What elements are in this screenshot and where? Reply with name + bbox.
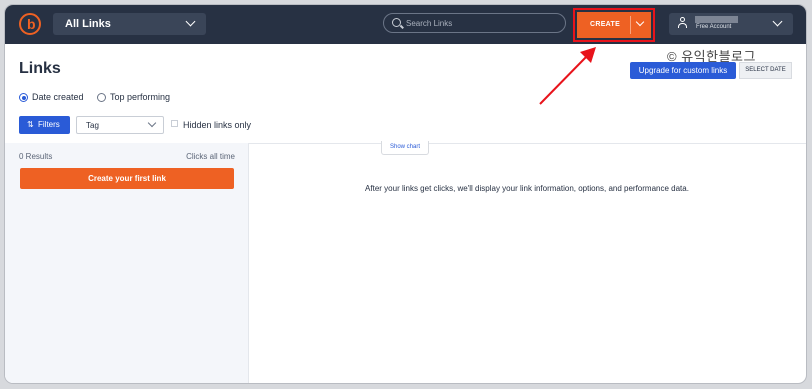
radio-top-performing[interactable]: [97, 93, 106, 102]
radio-date-created[interactable]: [19, 93, 28, 102]
filter-icon: ⇅: [27, 120, 34, 129]
top-navbar: b All Links CREATE Free Account: [5, 5, 806, 44]
hidden-links-label[interactable]: Hidden links only: [183, 120, 251, 130]
create-highlight-box: [573, 8, 655, 42]
main-divider: [248, 143, 806, 144]
page-title: Links: [19, 60, 61, 77]
tag-select[interactable]: Tag: [76, 116, 164, 134]
account-menu[interactable]: Free Account: [669, 13, 793, 35]
filters-label: Filters: [38, 120, 60, 129]
select-date-button[interactable]: SELECT DATE: [739, 62, 792, 79]
hidden-links-checkbox[interactable]: [171, 120, 178, 127]
logo-letter: b: [27, 16, 36, 32]
app-window: b All Links CREATE Free Account Links © …: [5, 5, 806, 383]
search-icon: [392, 18, 401, 27]
user-icon: [678, 17, 687, 29]
radio-label-top-performing[interactable]: Top performing: [110, 92, 170, 102]
links-sidebar: 0 Results Clicks all time Create your fi…: [5, 143, 249, 383]
empty-state-message: After your links get clicks, we'll displ…: [365, 184, 689, 193]
search-input[interactable]: [406, 17, 556, 29]
search-box[interactable]: [383, 13, 566, 33]
link-filter-label: All Links: [65, 18, 111, 30]
chevron-down-icon: [185, 16, 196, 27]
bitly-logo[interactable]: b: [19, 13, 41, 35]
clicks-header: Clicks all time: [186, 152, 235, 161]
link-filter-dropdown[interactable]: All Links: [53, 13, 206, 35]
tag-label: Tag: [86, 121, 99, 130]
upgrade-button[interactable]: Upgrade for custom links: [630, 62, 736, 79]
radio-label-date-created[interactable]: Date created: [32, 92, 84, 102]
redacted-username: [695, 16, 738, 23]
chevron-down-icon: [147, 118, 157, 128]
account-plan: Free Account: [696, 24, 732, 30]
create-first-link-button[interactable]: Create your first link: [20, 168, 234, 189]
chevron-down-icon: [772, 16, 783, 27]
results-count: 0 Results: [19, 152, 53, 161]
filters-button[interactable]: ⇅ Filters: [19, 116, 70, 134]
show-chart-toggle[interactable]: Show chart: [381, 141, 429, 155]
